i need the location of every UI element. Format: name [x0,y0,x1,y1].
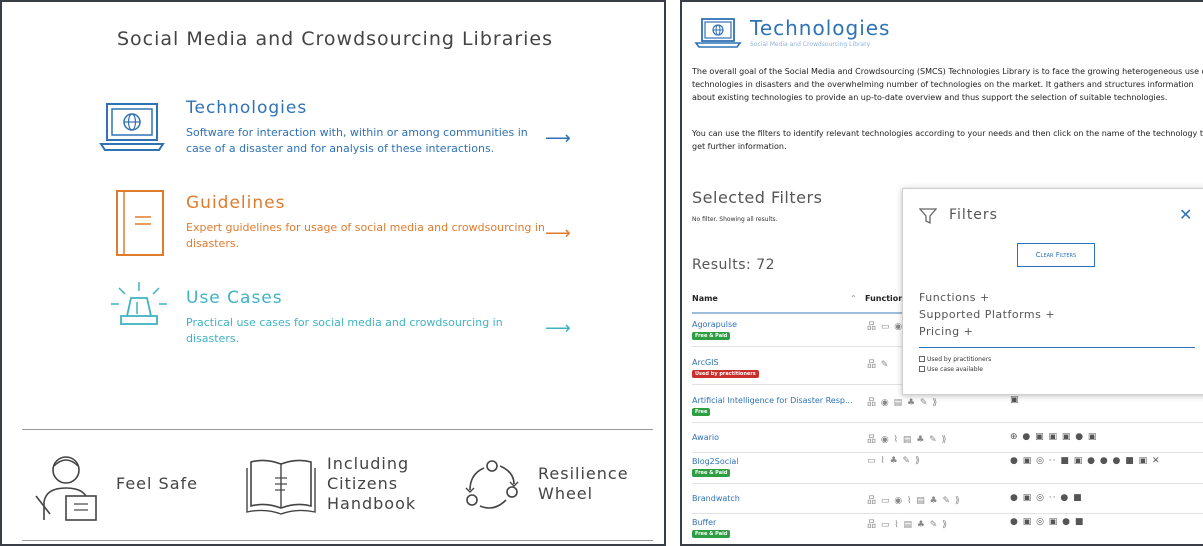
filters-dialog: Filters ✕ Clear Filters Functions + Supp… [902,188,1203,395]
technology-link[interactable]: ArcGIS [692,358,719,367]
technology-link[interactable]: Agorapulse [692,320,737,329]
clear-filters-button[interactable]: Clear Filters [1017,243,1095,267]
technologies-page: Technologies Social Media and Crowdsourc… [680,0,1203,546]
arrow-right-icon[interactable]: ⟶ [545,128,571,149]
function-icons: 品 ◉ ⌇ ▤ ♣ ✎ ⟫ [867,435,948,445]
pricing-badge: Free & Paid [692,332,731,340]
divider [22,429,653,430]
libraries-panel: Social Media and Crowdsourcing Libraries… [0,0,666,546]
platform-icons: ● ▣ ◎ ·· ● ■ [1010,493,1083,503]
technology-link[interactable]: Awario [692,433,719,442]
function-icons: 品 ▭ ◉ [867,322,904,332]
person-reading-icon [35,456,97,521]
feel-safe-link[interactable]: Feel Safe [32,450,222,530]
checkbox-used-by-practitioners[interactable]: Used by practitioners [919,356,991,363]
funnel-icon [919,208,937,225]
function-icons: 品 ▭ ◉ ⌇ ▤ ♣ ✎ ⟫ [867,496,961,506]
resilience-wheel-label: Resilience Wheel [538,464,629,503]
technology-link[interactable]: Blog2Social [692,457,739,466]
checkbox-icon[interactable] [919,356,925,362]
pricing-badge: Free & Paid [692,469,731,477]
technology-link[interactable]: Artificial Intelligence for Disaster Res… [692,396,853,405]
resilience-wheel-link[interactable]: Resilience Wheel [462,450,652,530]
citizens-handbook-label: Including Citizens Handbook [327,454,417,513]
library-description: Software for interaction with, within or… [186,126,528,155]
laptop-globe-icon [99,103,165,151]
pricing-badge: Free [692,408,711,416]
platform-icons: ⊕ ● ▣ ▣ ▣ ● ▣ [1010,432,1098,442]
library-description: Practical use cases for social media and… [186,316,503,345]
pricing-badge: Free & Paid [692,530,731,538]
checkbox-use-case-available[interactable]: Use case available [919,366,983,373]
no-filter-text: No filter. Showing all results. [692,216,778,223]
page-subtitle: Social Media and Crowdsourcing Library [750,41,871,48]
page-title: Social Media and Crowdsourcing Libraries [116,28,554,50]
table-row: Awario 品 ◉ ⌇ ▤ ♣ ✎ ⟫ ⊕ ● ▣ ▣ ▣ ● ▣ [692,429,1203,453]
function-icons: 品 ◉ ▤ ♣ ✎ ⟫ [867,398,939,408]
library-description: Expert guidelines for usage of social me… [186,221,545,250]
library-use-cases[interactable]: Use Cases Practical use cases for social… [97,282,597,368]
table-row: Artificial Intelligence for Disaster Res… [692,392,1203,423]
laptop-globe-icon [694,18,742,48]
open-book-icon [246,459,316,515]
page-title: Technologies [750,16,891,40]
platform-icons: ▣ [1010,395,1020,405]
platform-icons: ● ▣ ◎ ▣ ● ■ [1010,517,1085,527]
citizens-handbook-link[interactable]: Including Citizens Handbook [245,450,445,530]
library-title: Use Cases [186,288,283,308]
table-row: Buffer Free & Paid 品 ▭ ⌇ ▤ ♣ ✎ ⟫ ● ▣ ◎ ▣… [692,514,1203,544]
technology-link[interactable]: Brandwatch [692,494,740,503]
library-guidelines[interactable]: Guidelines Expert guidelines for usage o… [97,190,597,273]
function-icons: 品 ▭ ⌇ ▤ ♣ ✎ ⟫ [867,520,949,530]
cycle-icon [465,460,519,509]
practitioners-badge: Used by practitioners [692,370,759,378]
column-name[interactable]: Name [692,294,718,303]
close-icon[interactable]: ✕ [1179,205,1192,224]
library-title: Technologies [186,98,308,118]
platform-icons: ● ▣ ◎ ·· ■ ▣ ● ● ● ■ ▣ ✕ [1010,456,1161,466]
table-row: Blog2Social Free & Paid ▭ ⌇ ♣ ✎ ⟫ ● ▣ ◎ … [692,453,1203,484]
intro-paragraph: You can use the filters to identify rele… [692,129,1203,151]
selected-filters-heading: Selected Filters [692,188,823,207]
filter-section-pricing[interactable]: Pricing + [919,325,973,338]
sort-icon[interactable]: ⌃ [850,294,857,303]
results-count: Results: 72 [692,257,776,273]
filter-section-functions[interactable]: Functions + [919,291,990,304]
library-technologies[interactable]: Technologies Software for interaction wi… [97,98,597,178]
table-row: Brandwatch 品 ▭ ◉ ⌇ ▤ ♣ ✎ ⟫ ● ▣ ◎ ·· ● ■ [692,490,1203,514]
function-icons: ▭ ⌇ ♣ ✎ ⟫ [867,456,921,466]
book-icon [116,190,164,256]
technology-link[interactable]: Buffer [692,518,716,527]
filters-title: Filters [949,207,998,223]
feel-safe-label: Feel Safe [116,474,198,493]
arrow-right-icon[interactable]: ⟶ [545,318,571,339]
function-icons: 品 ✎ [867,360,890,370]
siren-icon [111,282,167,325]
library-title: Guidelines [186,193,286,213]
arrow-right-icon[interactable]: ⟶ [545,223,571,244]
divider [919,347,1195,348]
intro-paragraph: The overall goal of the Social Media and… [692,67,1203,102]
divider [22,540,653,541]
filter-section-platforms[interactable]: Supported Platforms + [919,308,1055,321]
checkbox-icon[interactable] [919,366,925,372]
